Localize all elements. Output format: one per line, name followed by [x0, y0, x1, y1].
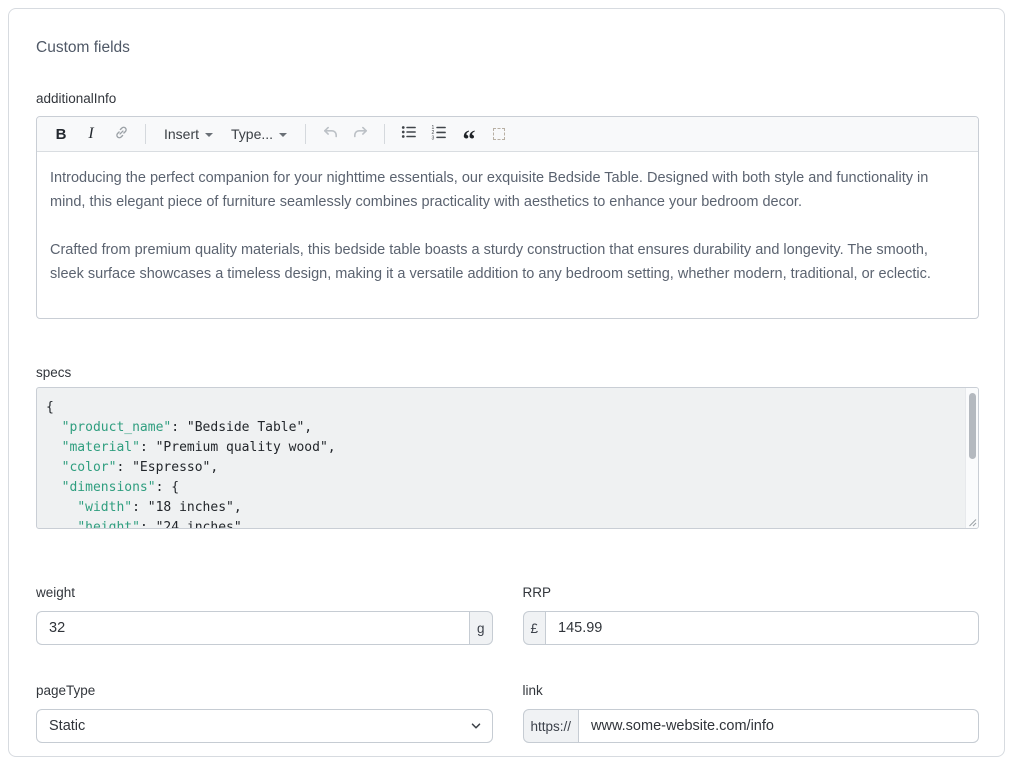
blockquote-button[interactable]: “ — [455, 121, 483, 147]
rrp-label: RRP — [523, 585, 980, 601]
specs-scrollbar-thumb[interactable] — [969, 393, 976, 459]
rrp-currency-addon: £ — [523, 611, 547, 645]
undo-icon — [321, 123, 340, 146]
chevron-down-icon — [205, 133, 213, 137]
insert-dropdown[interactable]: Insert — [156, 121, 221, 147]
page-type-label: pageType — [36, 683, 493, 699]
bullet-list-button[interactable] — [395, 121, 423, 147]
dashed-box-icon — [493, 128, 505, 140]
link-protocol-addon: https:// — [523, 709, 580, 743]
link-icon — [113, 124, 130, 145]
link-label: link — [523, 683, 980, 699]
weight-label: weight — [36, 585, 493, 601]
blockquote-icon: “ — [463, 123, 476, 145]
page-type-field: pageType Static — [36, 683, 493, 743]
link-field: link https:// — [523, 683, 980, 743]
editor-paragraph: Crafted from premium quality materials, … — [50, 238, 965, 286]
link-input[interactable] — [579, 709, 979, 743]
editor-content[interactable]: Introducing the perfect companion for yo… — [37, 152, 978, 318]
italic-button[interactable]: I — [77, 121, 105, 147]
weight-field: weight g — [36, 585, 493, 645]
bullet-list-icon — [400, 123, 418, 145]
undo-button[interactable] — [316, 121, 344, 147]
rich-text-editor: B I Insert Type. — [36, 116, 979, 319]
toolbar-divider — [305, 124, 306, 144]
numbered-list-icon: 123 — [430, 123, 448, 145]
specs-scrollbar-track[interactable] — [965, 388, 978, 528]
dashed-box-button[interactable] — [485, 121, 513, 147]
rrp-field: RRP £ — [523, 585, 980, 645]
chevron-down-icon — [279, 133, 287, 137]
specs-code-textarea[interactable]: { "product_name": "Bedside Table", "mate… — [36, 387, 979, 529]
type-dropdown-label: Type... — [231, 126, 273, 142]
page-type-select[interactable]: Static — [36, 709, 493, 743]
specs-resize-handle[interactable] — [966, 516, 977, 527]
type-dropdown[interactable]: Type... — [223, 121, 295, 147]
weight-input[interactable] — [36, 611, 469, 645]
svg-text:3: 3 — [431, 135, 434, 141]
card-title: Custom fields — [36, 9, 979, 58]
toolbar-divider — [145, 124, 146, 144]
editor-toolbar: B I Insert Type. — [37, 117, 978, 152]
weight-unit-addon: g — [469, 611, 493, 645]
specs-label: specs — [36, 365, 979, 381]
custom-fields-card: Custom fields additionalInfo B I — [8, 8, 1005, 757]
insert-dropdown-label: Insert — [164, 126, 199, 142]
redo-button[interactable] — [346, 121, 374, 147]
bold-button[interactable]: B — [47, 121, 75, 147]
additional-info-label: additionalInfo — [36, 91, 979, 107]
editor-paragraph: Introducing the perfect companion for yo… — [50, 166, 965, 214]
redo-icon — [351, 123, 370, 146]
specs-code-content: { "product_name": "Bedside Table", "mate… — [37, 388, 978, 529]
rrp-input[interactable] — [546, 611, 979, 645]
link-button[interactable] — [107, 121, 135, 147]
toolbar-divider — [384, 124, 385, 144]
numbered-list-button[interactable]: 123 — [425, 121, 453, 147]
